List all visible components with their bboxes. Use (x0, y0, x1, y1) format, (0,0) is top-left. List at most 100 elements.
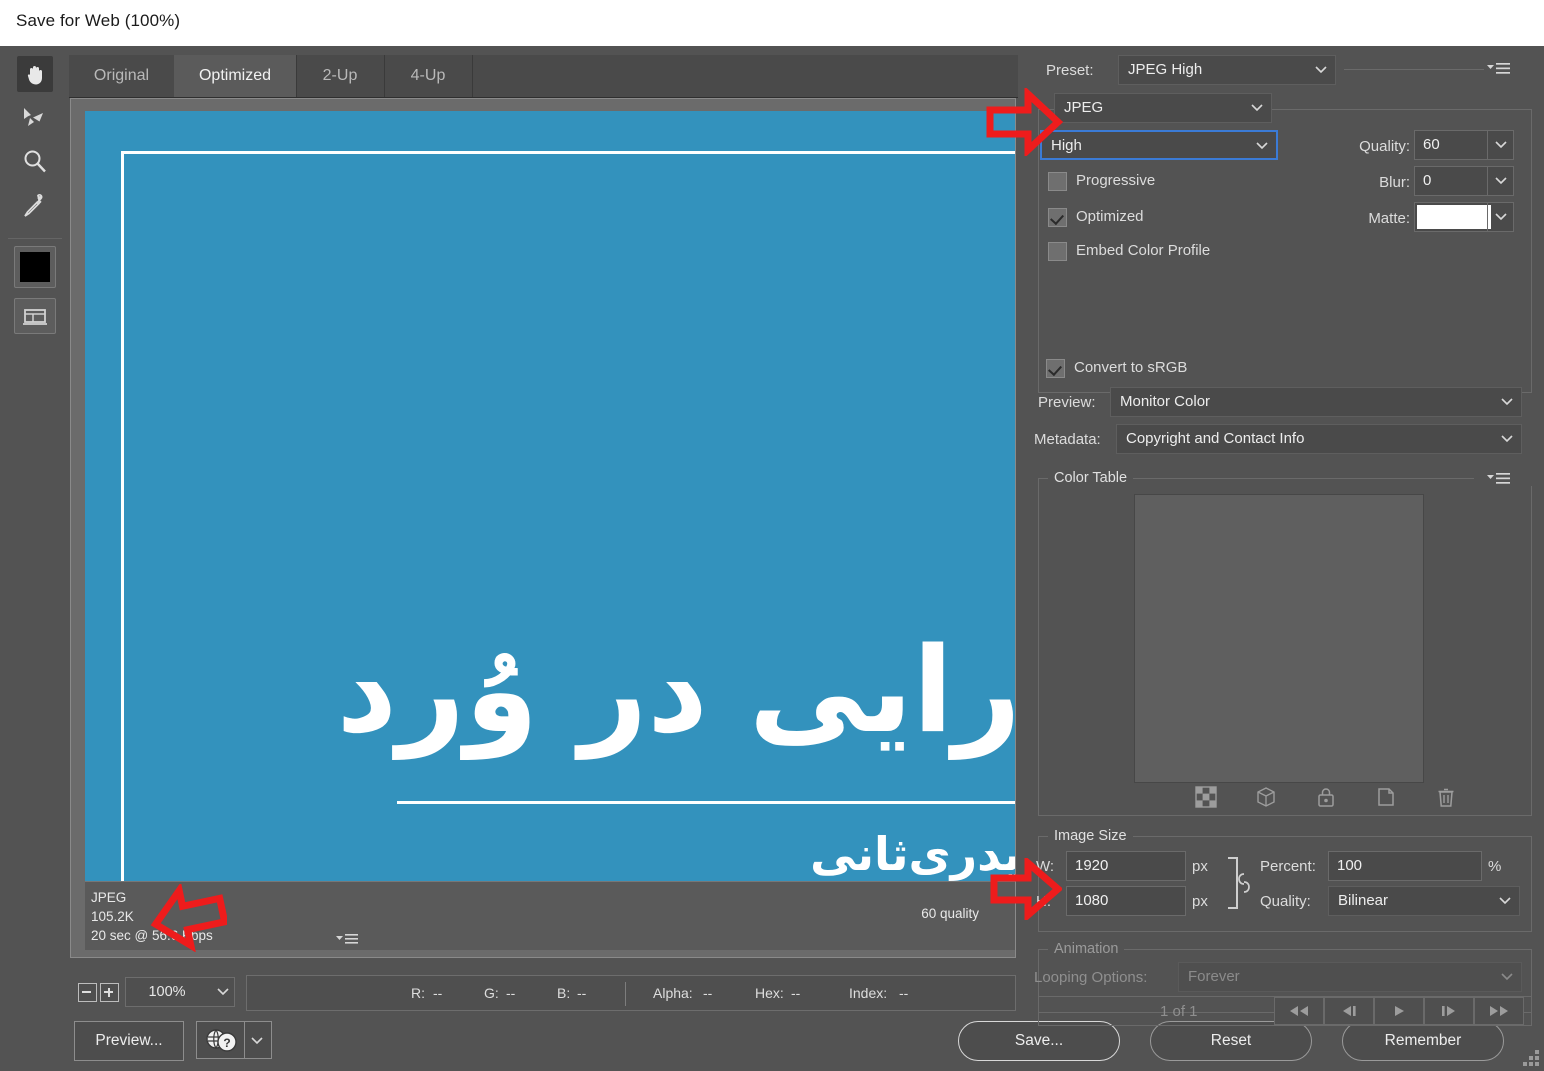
convert-srgb-checkbox[interactable] (1046, 359, 1065, 378)
previous-frame-button (1324, 997, 1374, 1025)
matte-color-select[interactable] (1414, 202, 1514, 232)
preview-in-browser-button[interactable]: ? (196, 1021, 272, 1059)
panel-menu-icon (1487, 473, 1510, 484)
matte-label: Matte: (1368, 210, 1410, 227)
preset-rule (1344, 69, 1484, 70)
readout-b: B: (557, 985, 571, 1001)
width-input[interactable]: 1920 (1066, 851, 1186, 881)
height-unit: px (1192, 893, 1208, 910)
tab-optimized[interactable]: Optimized (174, 55, 297, 97)
quality-value: 60 (1423, 136, 1440, 153)
progressive-checkbox[interactable] (1048, 172, 1067, 191)
reset-button[interactable]: Reset (1150, 1021, 1312, 1061)
quality-label: Quality: (1359, 138, 1410, 155)
status-filesize: 105.2K (91, 909, 134, 924)
readout-hex: Hex: (755, 985, 784, 1001)
convert-srgb-label: Convert to sRGB (1074, 359, 1188, 376)
file-format-select[interactable]: JPEG (1054, 93, 1272, 123)
percent-input[interactable]: 100 (1328, 851, 1482, 881)
blur-value: 0 (1423, 172, 1432, 189)
toggle-slices-visibility[interactable] (14, 298, 56, 334)
readout-g: G: (484, 985, 499, 1001)
optimized-checkbox[interactable] (1048, 208, 1067, 227)
compression-quality-select[interactable]: High (1040, 130, 1278, 160)
foreground-color-swatch[interactable] (14, 246, 56, 288)
embed-color-profile-checkbox[interactable] (1048, 242, 1067, 261)
looping-options-label: Looping Options: (1034, 969, 1148, 986)
blur-stepper[interactable]: 0 (1414, 166, 1514, 196)
lock-icon[interactable] (1315, 786, 1337, 808)
hand-tool[interactable] (17, 56, 53, 92)
color-readout-panel: R: -- G: -- B: -- Alpha: -- Hex: -- Inde… (246, 975, 1016, 1011)
readout-alpha-value: -- (703, 985, 713, 1001)
preset-panel-menu-button[interactable] (1486, 61, 1512, 77)
hand-icon (27, 66, 42, 85)
optimized-image-preview[interactable]: رایی در وُرد یدری‌ثانی (85, 111, 1015, 881)
remember-button[interactable]: Remember (1342, 1021, 1504, 1061)
new-color-icon[interactable] (1375, 786, 1397, 808)
percent-label: Percent: (1260, 858, 1316, 875)
resize-grip[interactable] (1519, 1046, 1541, 1068)
view-tab-bar: Original Optimized 2-Up 4-Up (69, 55, 1018, 98)
blur-label: Blur: (1379, 174, 1410, 191)
eyedropper-tool[interactable] (17, 188, 53, 224)
height-value: 1080 (1075, 892, 1109, 909)
readout-hex-value: -- (791, 985, 801, 1001)
slice-select-tool[interactable] (17, 100, 53, 136)
play-icon (1395, 1006, 1404, 1016)
zoom-and-readout-bar: 100% R: -- G: -- B: -- Alpha: -- Hex: --… (70, 972, 1016, 1012)
tab-4up[interactable]: 4-Up (384, 55, 473, 97)
readout-divider (625, 982, 626, 1006)
height-input[interactable]: 1080 (1066, 886, 1186, 916)
optimized-label: Optimized (1076, 208, 1144, 225)
save-button[interactable]: Save... (958, 1021, 1120, 1061)
readout-alpha: Alpha: (653, 985, 693, 1001)
resample-quality-value: Bilinear (1338, 892, 1389, 909)
chevron-down-icon (251, 1037, 263, 1045)
status-format: JPEG (91, 890, 127, 905)
chevron-down-icon (1495, 141, 1507, 149)
arrow-to-filesize (150, 884, 227, 952)
color-table-panel-menu-button[interactable] (1486, 471, 1512, 487)
color-table-title: Color Table (1048, 470, 1134, 486)
preset-select[interactable]: JPEG High (1118, 55, 1336, 85)
save-for-web-dialog: Save for Web (100%) Original Optimized 2… (0, 0, 1544, 1071)
quality-stepper-divider (1487, 131, 1488, 159)
percent-value: 100 (1337, 857, 1363, 874)
preview-color-select[interactable]: Monitor Color (1110, 387, 1522, 417)
color-table-toolbar (1195, 786, 1457, 808)
page-title: Save for Web (100%) (16, 11, 181, 30)
embed-color-profile-label: Embed Color Profile (1076, 242, 1211, 259)
panel-menu-icon (336, 934, 358, 944)
eyedropper-icon (24, 194, 43, 217)
preview-options-menu-button[interactable] (335, 932, 359, 951)
file-format-value: JPEG (1064, 99, 1104, 116)
tab-original[interactable]: Original (69, 55, 175, 97)
delete-color-icon[interactable] (1435, 786, 1457, 808)
quality-stepper[interactable]: 60 (1414, 130, 1514, 160)
tab-2up[interactable]: 2-Up (296, 55, 385, 97)
zoom-out-button[interactable] (78, 983, 97, 1002)
next-frame-icon (1442, 1006, 1455, 1016)
resample-quality-label: Quality: (1260, 893, 1311, 910)
title-bar: Save for Web (100%) (0, 0, 1544, 46)
metadata-select[interactable]: Copyright and Contact Info (1116, 424, 1522, 454)
width-value: 1920 (1075, 857, 1109, 874)
zoom-level-value: 100% (148, 984, 186, 1000)
progressive-label: Progressive (1076, 172, 1156, 189)
zoom-tool[interactable] (17, 144, 53, 180)
color-table-swatches[interactable] (1134, 494, 1424, 783)
web-safe-cube-icon[interactable] (1255, 786, 1277, 808)
previous-frame-icon (1343, 1006, 1356, 1016)
preview-area: رایی در وُرد یدری‌ثانی JPEG 105.2K 20 se… (70, 98, 1016, 958)
resample-quality-select[interactable]: Bilinear (1328, 886, 1520, 916)
constrain-proportions-icon[interactable] (1222, 852, 1258, 914)
zoom-in-button[interactable] (100, 983, 119, 1002)
preview-button[interactable]: Preview... (74, 1021, 184, 1061)
transparency-icon[interactable] (1195, 786, 1217, 808)
zoom-level-select[interactable]: 100% (125, 977, 235, 1007)
chevron-down-icon (1499, 897, 1511, 905)
metadata-value: Copyright and Contact Info (1126, 430, 1305, 447)
looping-options-select: Forever (1178, 962, 1522, 992)
first-frame-button (1274, 997, 1324, 1025)
